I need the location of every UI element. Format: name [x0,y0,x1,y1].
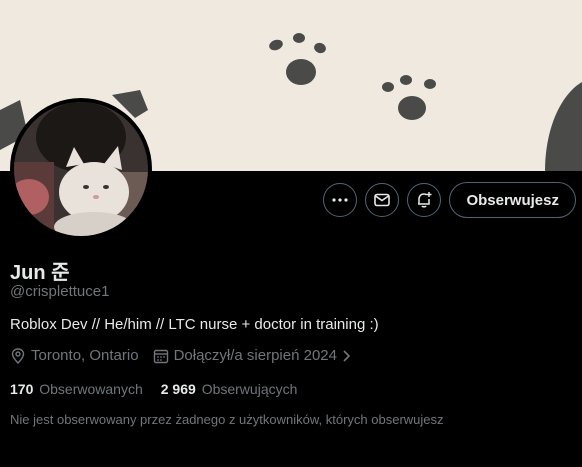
location-pin-icon [11,347,25,364]
chevron-right-icon [343,349,351,362]
bell-plus-icon [418,192,432,208]
more-button[interactable] [323,183,358,217]
profile-meta: Toronto, Ontario Dołączył/a sierpień 202… [10,347,367,364]
message-button[interactable] [365,183,400,217]
following-button[interactable]: Obserwujesz [449,182,576,218]
display-name: Jun 준 [10,262,70,284]
following-link[interactable]: 170 Obserwowanych [10,381,143,397]
profile-bio: Roblox Dev // He/him // LTC nurse + doct… [10,316,379,333]
calendar-icon [153,349,168,363]
join-date-text: Dołączył/a sierpień 2024 [173,347,337,364]
followers-count: 2 969 [160,381,196,397]
follow-stats: 170 Obserwowanych 2 969 Obserwujących [10,381,315,397]
avatar[interactable] [14,102,148,236]
profile-actions: Obserwujesz [323,182,576,218]
following-label: Obserwowanych [39,381,143,397]
following-count: 170 [10,381,34,397]
location-text: Toronto, Ontario [31,347,139,364]
user-handle: @crisplettuce1 [10,283,110,300]
followers-label: Obserwujących [201,381,298,397]
more-icon [332,198,349,202]
notifications-button[interactable] [407,183,442,217]
join-date[interactable]: Dołączył/a sierpień 2024 [153,347,353,364]
location: Toronto, Ontario [10,347,139,364]
mail-icon [374,193,391,207]
mutual-followers-text: Nie jest obserwowany przez żadnego z uży… [10,412,444,427]
followers-link[interactable]: 2 969 Obserwujących [161,381,298,397]
